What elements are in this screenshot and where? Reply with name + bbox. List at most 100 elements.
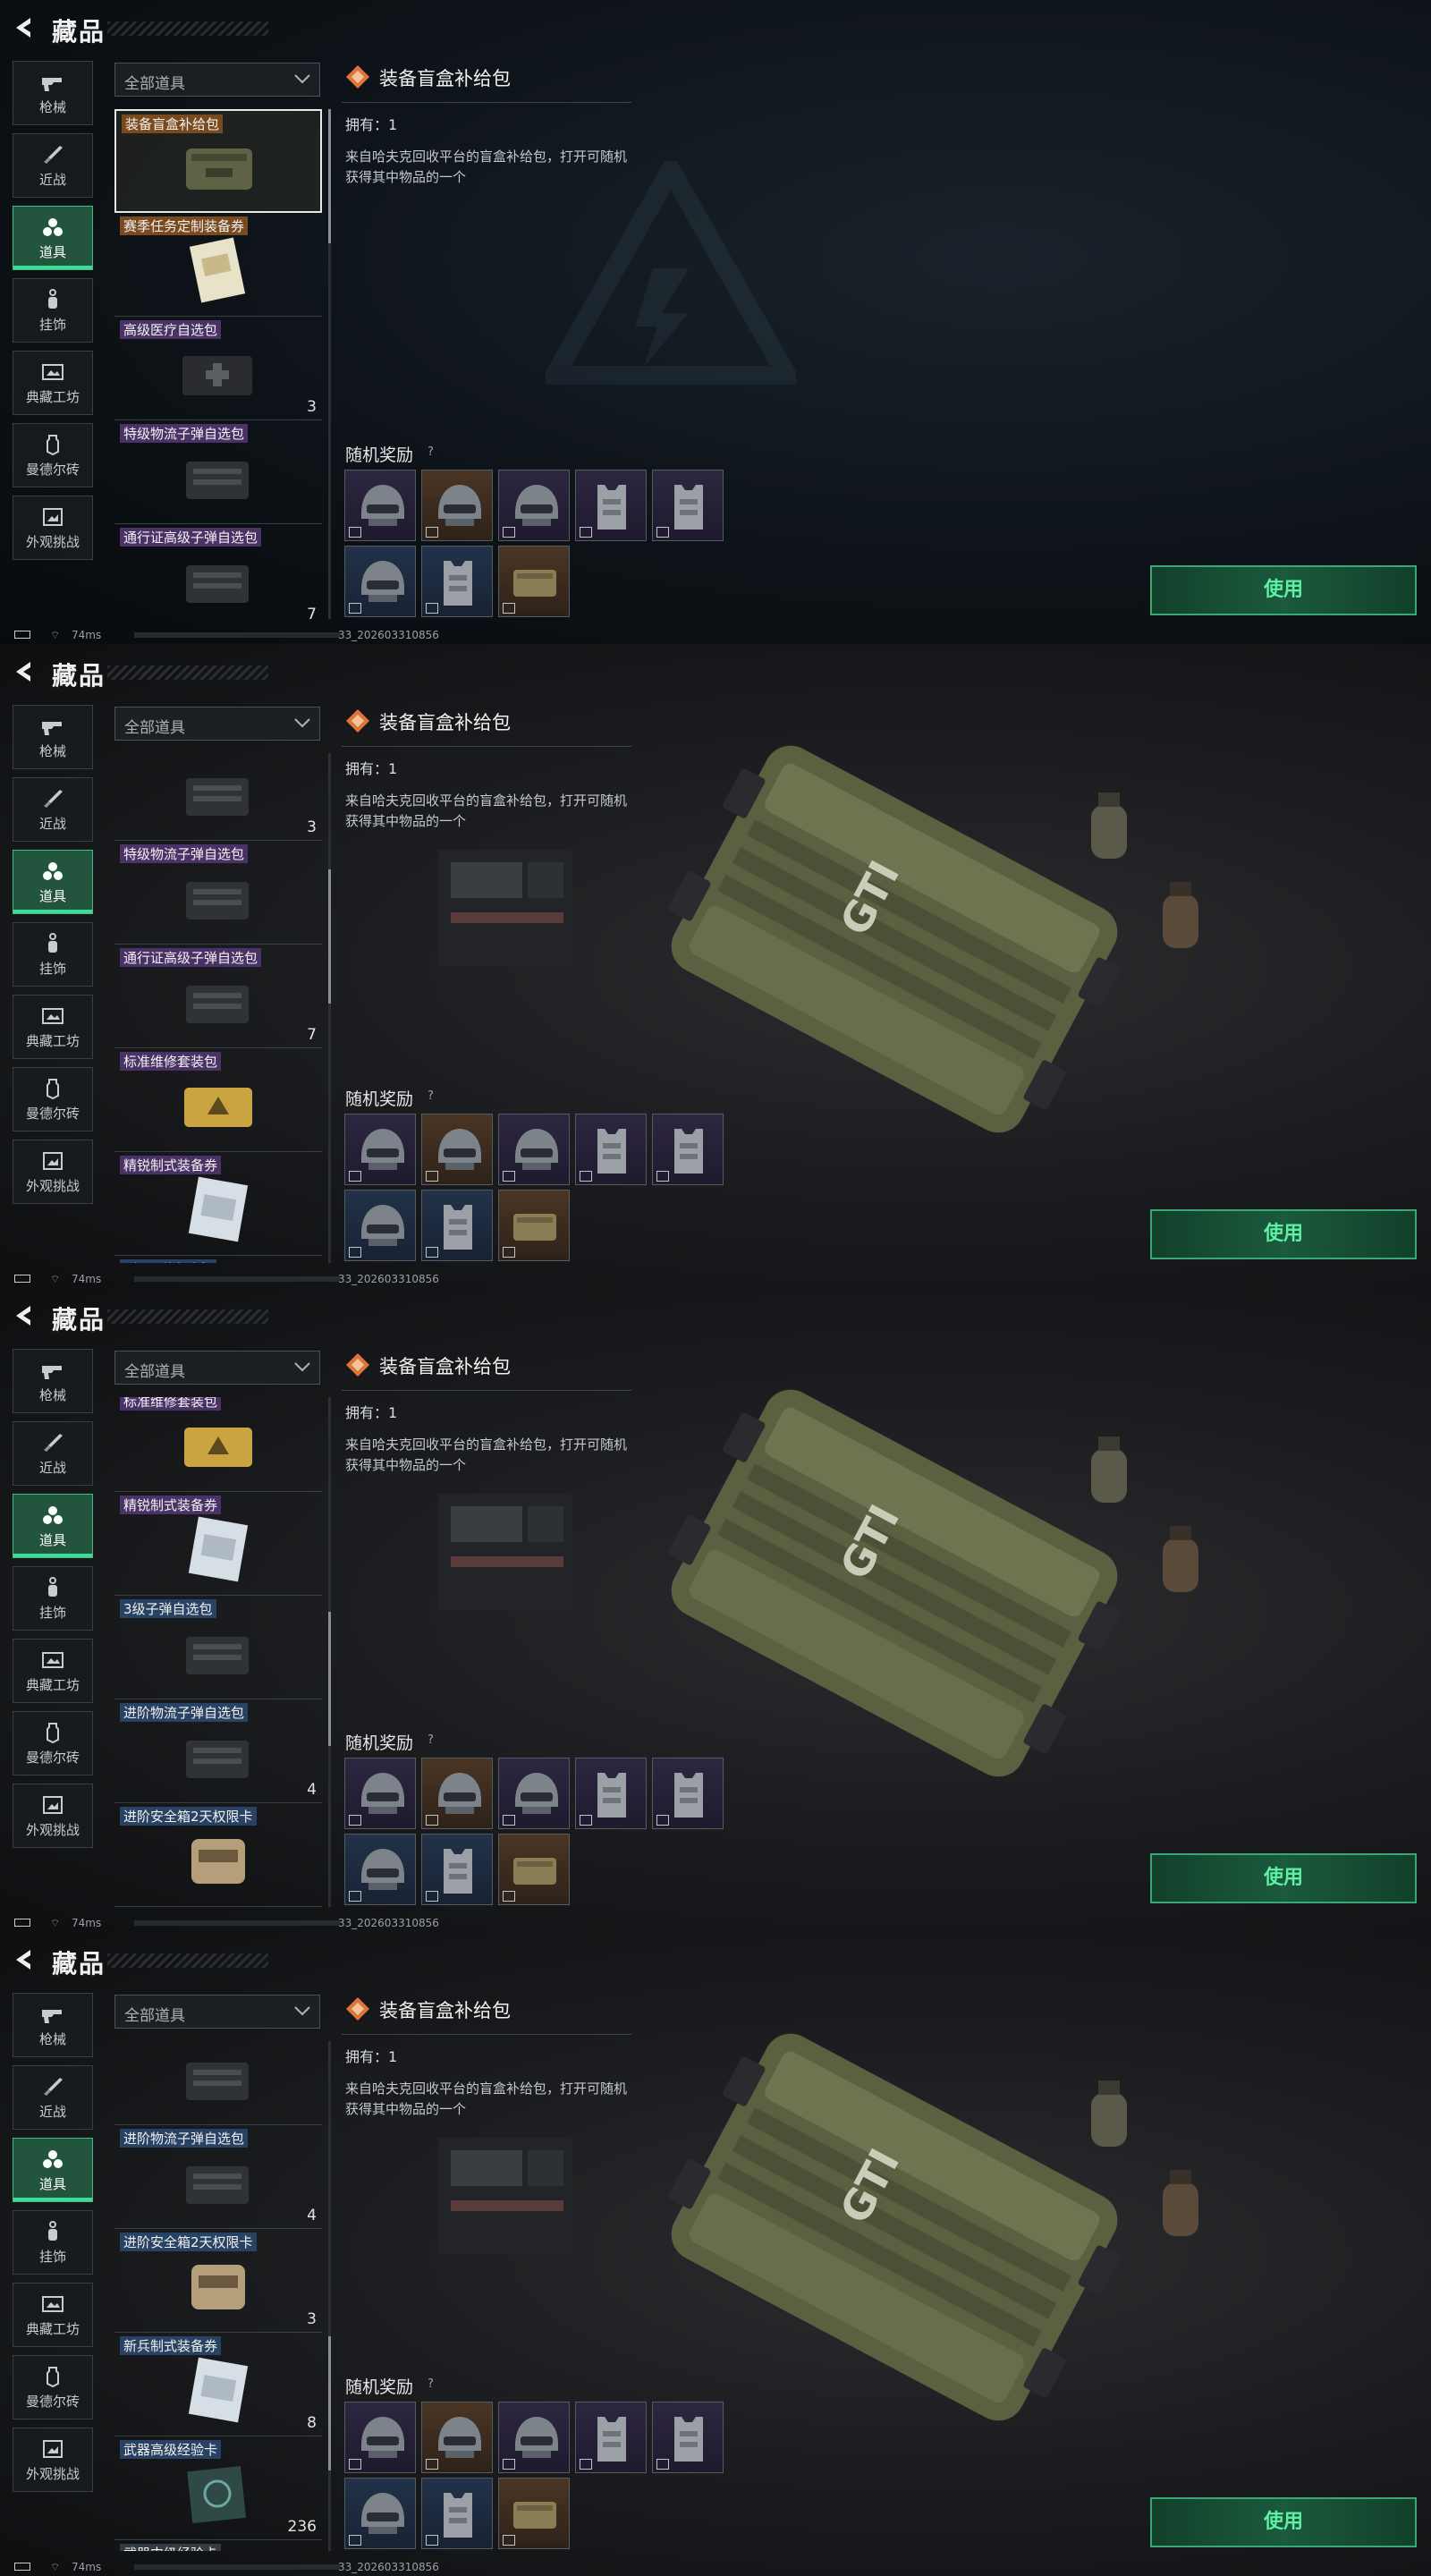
list-item[interactable]: 通行证高级子弹自选包 7 — [114, 945, 322, 1048]
use-button[interactable]: 使用 — [1150, 565, 1417, 615]
reward-slot[interactable] — [421, 470, 493, 541]
reward-slot[interactable] — [421, 2478, 493, 2549]
reward-slot[interactable] — [498, 2402, 570, 2473]
nav-item-knife[interactable]: 近战 — [13, 2065, 93, 2130]
reward-slot[interactable] — [498, 1834, 570, 1905]
reward-slot[interactable] — [498, 546, 570, 617]
reward-slot[interactable] — [575, 1114, 647, 1185]
list-item[interactable]: 高级医疗自选包 3 — [114, 317, 322, 420]
reward-slot[interactable] — [652, 1758, 724, 1829]
nav-item-knife[interactable]: 近战 — [13, 133, 93, 198]
scrollbar-thumb[interactable] — [328, 869, 331, 1004]
list-item[interactable]: 装备盲盒补给包 — [114, 109, 322, 213]
list-scrollbar[interactable] — [328, 109, 331, 619]
reward-slot[interactable] — [421, 1758, 493, 1829]
nav-item-appearance-challenge[interactable]: 外观挑战 — [13, 496, 93, 560]
reward-slot[interactable] — [498, 1114, 570, 1185]
filter-dropdown[interactable]: 全部道具 — [114, 63, 320, 97]
reward-slot[interactable] — [498, 1758, 570, 1829]
list-item[interactable]: 精锐制式装备券 — [114, 1492, 322, 1596]
reward-slot[interactable] — [575, 2402, 647, 2473]
item-list[interactable]: 进阶物流子弹自选包 4 进阶安全箱2天权限卡 3 新兵制式装备券 8 武器高级经… — [114, 2041, 322, 2551]
back-arrow-icon[interactable] — [13, 660, 36, 683]
reward-slot[interactable] — [344, 470, 416, 541]
list-scrollbar[interactable] — [328, 1397, 331, 1907]
reward-slot[interactable] — [575, 1758, 647, 1829]
nav-item-mandel-brick[interactable]: 曼德尔砖 — [13, 2355, 93, 2419]
list-item[interactable]: 标准维修套装包 — [114, 1048, 322, 1152]
scrollbar-thumb[interactable] — [328, 2336, 331, 2470]
list-item[interactable]: 特级物流子弹自选包 — [114, 841, 322, 945]
reward-slot[interactable] — [344, 1190, 416, 1261]
back-arrow-icon[interactable] — [13, 1304, 36, 1327]
nav-item-knife[interactable]: 近战 — [13, 777, 93, 842]
nav-item-charm[interactable]: 挂饰 — [13, 278, 93, 343]
reward-slot[interactable] — [652, 1114, 724, 1185]
list-item[interactable]: 赛季任务定制装备券 — [114, 213, 322, 317]
nav-item-appearance-challenge[interactable]: 外观挑战 — [13, 1784, 93, 1848]
list-scrollbar[interactable] — [328, 753, 331, 1263]
list-item[interactable]: 3级子弹自选包 — [114, 1596, 322, 1699]
list-item[interactable]: 标准维修套装包 — [114, 1397, 322, 1492]
help-icon[interactable]: ? — [428, 1089, 434, 1103]
nav-item-mandel-brick[interactable]: 曼德尔砖 — [13, 1067, 93, 1131]
reward-slot[interactable] — [344, 1834, 416, 1905]
nav-item-workshop[interactable]: 典藏工坊 — [13, 351, 93, 415]
reward-slot[interactable] — [421, 1114, 493, 1185]
list-item[interactable]: 武器中级经验卡 — [114, 2540, 322, 2551]
reward-slot[interactable] — [421, 1190, 493, 1261]
nav-item-charm[interactable]: 挂饰 — [13, 2210, 93, 2275]
list-item[interactable]: 进阶物流子弹自选包 4 — [114, 1699, 322, 1803]
list-item[interactable]: 通行证高级子弹自选包 7 — [114, 524, 322, 619]
nav-item-items[interactable]: 道具 — [13, 206, 93, 270]
nav-item-mandel-brick[interactable]: 曼德尔砖 — [13, 423, 93, 487]
list-item[interactable]: 进阶安全箱2天权限卡 3 — [114, 2229, 322, 2333]
nav-item-items[interactable]: 道具 — [13, 850, 93, 914]
use-button[interactable]: 使用 — [1150, 2497, 1417, 2547]
filter-dropdown[interactable]: 全部道具 — [114, 707, 320, 741]
list-item[interactable]: 进阶物流子弹自选包 4 — [114, 2125, 322, 2229]
help-icon[interactable]: ? — [428, 1733, 434, 1747]
nav-item-gun[interactable]: 枪械 — [13, 705, 93, 769]
back-arrow-icon[interactable] — [13, 1948, 36, 1971]
list-item[interactable]: 新兵制式装备券 8 — [114, 2333, 322, 2436]
help-icon[interactable]: ? — [428, 2377, 434, 2391]
reward-slot[interactable] — [421, 1834, 493, 1905]
item-list[interactable]: 3 特级物流子弹自选包 通行证高级子弹自选包 7 标准维修套装包 精锐制式装备券… — [114, 753, 322, 1263]
list-item[interactable]: 3 — [114, 753, 322, 841]
scrollbar-thumb[interactable] — [328, 1612, 331, 1746]
reward-slot[interactable] — [498, 470, 570, 541]
reward-slot[interactable] — [421, 2402, 493, 2473]
list-item[interactable]: 武器高级经验卡 236 — [114, 2436, 322, 2540]
nav-item-appearance-challenge[interactable]: 外观挑战 — [13, 2428, 93, 2492]
item-list[interactable]: 标准维修套装包 精锐制式装备券 3级子弹自选包 进阶物流子弹自选包 4 进阶安全… — [114, 1397, 322, 1907]
list-item[interactable]: 特级物流子弹自选包 — [114, 420, 322, 524]
nav-item-workshop[interactable]: 典藏工坊 — [13, 2283, 93, 2347]
nav-item-charm[interactable]: 挂饰 — [13, 922, 93, 987]
list-item[interactable]: 进阶安全箱2天权限卡 — [114, 1803, 322, 1907]
nav-item-gun[interactable]: 枪械 — [13, 61, 93, 125]
list-scrollbar[interactable] — [328, 2041, 331, 2551]
item-list[interactable]: 装备盲盒补给包 赛季任务定制装备券 高级医疗自选包 3 特级物流子弹自选包 通行… — [114, 109, 322, 619]
reward-slot[interactable] — [652, 470, 724, 541]
list-item[interactable]: 3级子弹自选包 — [114, 1256, 322, 1263]
nav-item-charm[interactable]: 挂饰 — [13, 1566, 93, 1631]
nav-item-gun[interactable]: 枪械 — [13, 1993, 93, 2057]
nav-item-gun[interactable]: 枪械 — [13, 1349, 93, 1413]
reward-slot[interactable] — [344, 546, 416, 617]
reward-slot[interactable] — [344, 1758, 416, 1829]
nav-item-mandel-brick[interactable]: 曼德尔砖 — [13, 1711, 93, 1775]
reward-slot[interactable] — [498, 2478, 570, 2549]
filter-dropdown[interactable]: 全部道具 — [114, 1995, 320, 2029]
back-arrow-icon[interactable] — [13, 16, 36, 39]
nav-item-workshop[interactable]: 典藏工坊 — [13, 995, 93, 1059]
reward-slot[interactable] — [344, 2478, 416, 2549]
reward-slot[interactable] — [575, 470, 647, 541]
help-icon[interactable]: ? — [428, 445, 434, 459]
reward-slot[interactable] — [652, 2402, 724, 2473]
nav-item-items[interactable]: 道具 — [13, 1494, 93, 1558]
list-item[interactable] — [114, 2041, 322, 2125]
reward-slot[interactable] — [344, 1114, 416, 1185]
list-item[interactable]: 精锐制式装备券 — [114, 1152, 322, 1256]
reward-slot[interactable] — [421, 546, 493, 617]
